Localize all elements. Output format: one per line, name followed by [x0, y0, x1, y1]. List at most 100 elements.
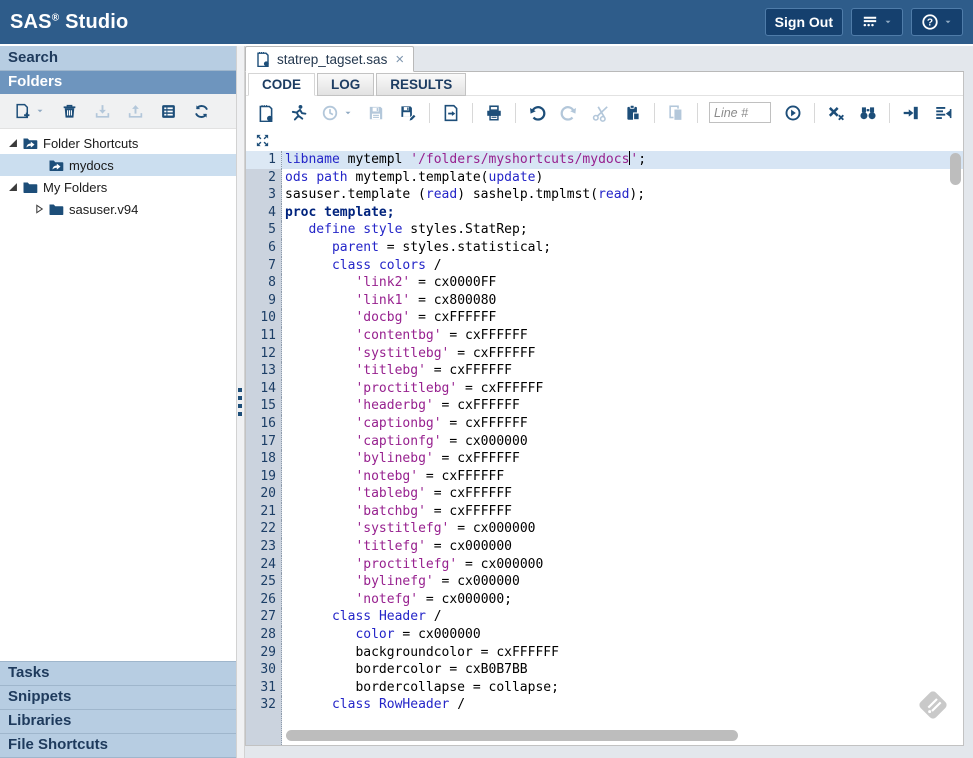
sidebar-splitter[interactable] [236, 46, 245, 758]
code-line[interactable]: 29 backgroundcolor = cxFFFFFF [246, 644, 963, 662]
code-line[interactable]: 20 'tablebg' = cxFFFFFF [246, 485, 963, 503]
code-line[interactable]: 31 bordercollapse = collapse; [246, 679, 963, 697]
code-line[interactable]: 10 'docbg' = cxFFFFFF [246, 309, 963, 327]
print-button[interactable] [485, 104, 503, 122]
line-number: 9 [246, 292, 282, 310]
delete-button[interactable] [61, 103, 78, 120]
vertical-scrollbar[interactable] [950, 153, 961, 725]
code-line[interactable]: 19 'notebg' = cxFFFFFF [246, 468, 963, 486]
paste-button[interactable] [624, 104, 642, 122]
toolbar-separator [429, 103, 430, 123]
refresh-button[interactable] [193, 103, 210, 120]
close-icon[interactable]: × [395, 52, 404, 67]
line-number: 30 [246, 661, 282, 679]
code-line[interactable]: 4proc template; [246, 204, 963, 222]
dropdown-caret-icon [35, 106, 45, 116]
code-line[interactable]: 2ods path mytempl.template(update) [246, 169, 963, 187]
horizontal-scrollbar-thumb[interactable] [286, 730, 738, 741]
apps-menu-button[interactable] [851, 8, 903, 36]
top-bar: SAS® Studio Sign Out [0, 0, 973, 44]
code-line[interactable]: 27 class Header / [246, 608, 963, 626]
document-tab[interactable]: statrep_tagset.sas × [245, 46, 414, 72]
code-line[interactable]: 11 'contentbg' = cxFFFFFF [246, 327, 963, 345]
line-number-input[interactable] [709, 102, 771, 123]
program-summary-button[interactable] [442, 104, 460, 122]
new-program-button[interactable] [257, 104, 275, 122]
sign-out-button[interactable]: Sign Out [765, 8, 843, 36]
indent-button[interactable] [902, 104, 920, 122]
go-to-line-button[interactable] [784, 104, 802, 122]
code-line[interactable]: 26 'notefg' = cx000000; [246, 591, 963, 609]
tree-item-folder-shortcuts[interactable]: Folder Shortcuts [0, 132, 236, 154]
line-number: 21 [246, 503, 282, 521]
indent-icon [902, 104, 920, 122]
vertical-scrollbar-thumb[interactable] [950, 153, 961, 185]
code-line[interactable]: 12 'systitlebg' = cxFFFFFF [246, 345, 963, 363]
code-line[interactable]: 6 parent = styles.statistical; [246, 239, 963, 257]
accordion-tasks[interactable]: Tasks [0, 662, 236, 686]
tree-item-sasuser-v94[interactable]: sasuser.v94 [0, 198, 236, 220]
accordion-folders[interactable]: Folders [0, 71, 236, 94]
code-line[interactable]: 24 'proctitlefg' = cx000000 [246, 556, 963, 574]
code-line[interactable]: 14 'proctitlebg' = cxFFFFFF [246, 380, 963, 398]
line-number: 32 [246, 696, 282, 714]
toolbar-separator [654, 103, 655, 123]
code-line[interactable]: 17 'captionfg' = cx000000 [246, 433, 963, 451]
accordion-libraries[interactable]: Libraries [0, 710, 236, 734]
main-area: statrep_tagset.sas × CODELOGRESULTS 1lib… [245, 46, 973, 758]
code-editor[interactable]: 1libname mytempl '/folders/myshortcuts/m… [246, 151, 963, 745]
copy-button [667, 104, 685, 122]
find-replace-button[interactable] [859, 104, 877, 122]
tab-log[interactable]: LOG [317, 73, 374, 96]
folder-icon [22, 179, 38, 195]
help-button[interactable] [911, 8, 963, 36]
maximize-view-button[interactable] [255, 132, 270, 148]
code-line[interactable]: 22 'systitlefg' = cx000000 [246, 520, 963, 538]
code-line[interactable]: 5 define style styles.StatRep; [246, 221, 963, 239]
undo-button[interactable] [528, 104, 546, 122]
code-line[interactable]: 15 'headerbg' = cxFFFFFF [246, 397, 963, 415]
code-line[interactable]: 25 'bylinefg' = cx000000 [246, 573, 963, 591]
line-number: 2 [246, 169, 282, 187]
horizontal-scrollbar[interactable] [284, 730, 949, 741]
line-number: 31 [246, 679, 282, 697]
properties-button[interactable] [160, 103, 177, 120]
upload-button [127, 103, 144, 120]
code-line[interactable]: 30 bordercolor = cxB0B7BB [246, 661, 963, 679]
editor-toolbar [246, 96, 963, 129]
tab-code[interactable]: CODE [248, 73, 315, 96]
code-line[interactable]: 7 class colors / [246, 257, 963, 275]
app-title: SAS® Studio [10, 11, 128, 34]
new-item-icon [14, 103, 31, 120]
save-as-button[interactable] [399, 104, 417, 122]
copy-icon [667, 104, 685, 122]
code-line[interactable]: 13 'titlebg' = cxFFFFFF [246, 362, 963, 380]
accordion-snippets[interactable]: Snippets [0, 686, 236, 710]
accordion-label: File Shortcuts [8, 736, 108, 753]
tree-item-mydocs[interactable]: mydocs [0, 154, 236, 176]
code-line[interactable]: 9 'link1' = cx800080 [246, 292, 963, 310]
format-code-button[interactable] [934, 104, 952, 122]
document-tab-label: statrep_tagset.sas [277, 52, 387, 67]
line-number: 17 [246, 433, 282, 451]
tab-results[interactable]: RESULTS [376, 73, 466, 96]
accordion-search[interactable]: Search [0, 46, 236, 71]
line-number: 25 [246, 573, 282, 591]
chevron-down-icon [943, 17, 953, 27]
code-line[interactable]: 28 color = cx000000 [246, 626, 963, 644]
run-button[interactable] [289, 104, 307, 122]
code-line[interactable]: 32 class RowHeader / [246, 696, 963, 714]
code-line[interactable]: 23 'titlefg' = cx000000 [246, 538, 963, 556]
new-item-button[interactable] [14, 103, 45, 120]
accordion-file-shortcuts[interactable]: File Shortcuts [0, 734, 236, 758]
code-line[interactable]: 21 'batchbg' = cxFFFFFF [246, 503, 963, 521]
clear-code-button[interactable] [827, 104, 845, 122]
code-line[interactable]: 1libname mytempl '/folders/myshortcuts/m… [246, 151, 963, 169]
sas-program-icon [255, 51, 271, 67]
tree-item-my-folders[interactable]: My Folders [0, 176, 236, 198]
code-line[interactable]: 18 'bylinebg' = cxFFFFFF [246, 450, 963, 468]
code-line[interactable]: 16 'captionbg' = cxFFFFFF [246, 415, 963, 433]
code-line[interactable]: 8 'link2' = cx0000FF [246, 274, 963, 292]
code-line[interactable]: 3sasuser.template (read) sashelp.tmplmst… [246, 186, 963, 204]
chevron-down-icon [883, 17, 893, 27]
